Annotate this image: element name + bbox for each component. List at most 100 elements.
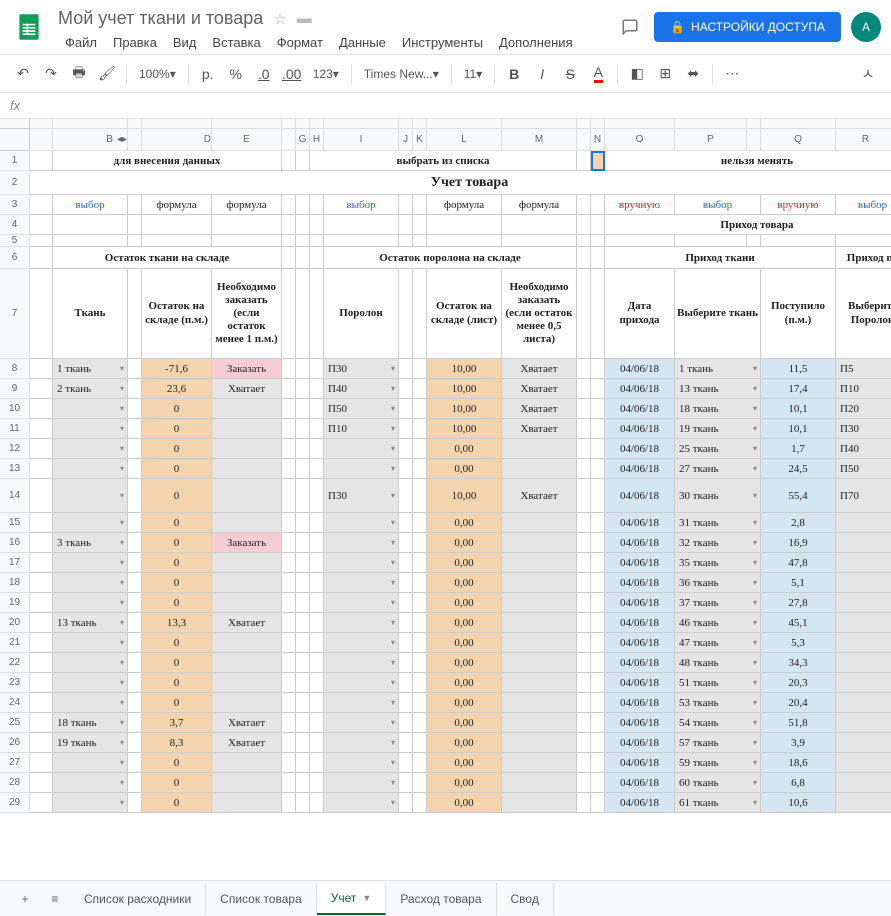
row-header-27[interactable]: 27 <box>0 753 30 773</box>
comments-icon[interactable] <box>616 13 644 41</box>
borders-icon[interactable]: ⊞ <box>652 61 678 87</box>
fabric-select-17[interactable] <box>53 553 128 573</box>
arrival-qty-29[interactable]: 10,6 <box>761 793 836 813</box>
arrival-fabric-24[interactable]: 53 ткань <box>675 693 761 713</box>
more-toolbar-icon[interactable]: ⋯ <box>719 61 745 87</box>
selected-cell[interactable] <box>591 151 605 171</box>
arrival-date-27[interactable]: 04/06/18 <box>605 753 675 773</box>
foam-select-22[interactable] <box>324 653 399 673</box>
col-header-N[interactable]: N <box>591 129 605 151</box>
text-color-icon[interactable]: A <box>585 61 611 87</box>
arrival-qty-16[interactable]: 16,9 <box>761 533 836 553</box>
arrival-foam-27[interactable] <box>836 753 891 773</box>
col-header-D[interactable]: D <box>142 129 212 151</box>
arrival-date-21[interactable]: 04/06/18 <box>605 633 675 653</box>
row-header-22[interactable]: 22 <box>0 653 30 673</box>
arrival-qty-23[interactable]: 20,3 <box>761 673 836 693</box>
undo-icon[interactable]: ↶ <box>10 61 36 87</box>
fabric-select-26[interactable]: 19 ткань <box>53 733 128 753</box>
fabric-select-16[interactable]: 3 ткань <box>53 533 128 553</box>
arrival-foam-25[interactable] <box>836 713 891 733</box>
arrival-fabric-27[interactable]: 59 ткань <box>675 753 761 773</box>
fabric-select-23[interactable] <box>53 673 128 693</box>
arrival-qty-14[interactable]: 55,4 <box>761 479 836 513</box>
arrival-qty-20[interactable]: 45,1 <box>761 613 836 633</box>
row-header-16[interactable]: 16 <box>0 533 30 553</box>
row-header-15[interactable]: 15 <box>0 513 30 533</box>
col-header-[interactable] <box>128 129 142 151</box>
sheets-logo[interactable] <box>10 8 48 46</box>
row-header-21[interactable]: 21 <box>0 633 30 653</box>
arrival-date-10[interactable]: 04/06/18 <box>605 399 675 419</box>
row-header-25[interactable]: 25 <box>0 713 30 733</box>
foam-select-25[interactable] <box>324 713 399 733</box>
foam-select-26[interactable] <box>324 733 399 753</box>
row-header-11[interactable]: 11 <box>0 419 30 439</box>
arrival-qty-21[interactable]: 5,3 <box>761 633 836 653</box>
arrival-fabric-9[interactable]: 13 ткань <box>675 379 761 399</box>
col-header-[interactable] <box>282 129 296 151</box>
row-header-19[interactable]: 19 <box>0 593 30 613</box>
arrival-foam-22[interactable] <box>836 653 891 673</box>
arrival-fabric-10[interactable]: 18 ткань <box>675 399 761 419</box>
bold-icon[interactable]: B <box>501 61 527 87</box>
row-header-17[interactable]: 17 <box>0 553 30 573</box>
spreadsheet-grid[interactable]: B ◂▸DEGHIJKLMNOPQR1для внесения данныхвы… <box>0 119 891 813</box>
dec-increase-icon[interactable]: .00 <box>279 61 305 87</box>
col-header-O[interactable]: O <box>605 129 675 151</box>
arrival-fabric-20[interactable]: 46 ткань <box>675 613 761 633</box>
fabric-select-27[interactable] <box>53 753 128 773</box>
arrival-date-16[interactable]: 04/06/18 <box>605 533 675 553</box>
foam-select-12[interactable] <box>324 439 399 459</box>
fabric-select-25[interactable]: 18 ткань <box>53 713 128 733</box>
arrival-qty-10[interactable]: 10,1 <box>761 399 836 419</box>
col-header-G[interactable]: G <box>296 129 310 151</box>
foam-select-23[interactable] <box>324 673 399 693</box>
arrival-fabric-13[interactable]: 27 ткань <box>675 459 761 479</box>
add-sheet-icon[interactable]: + <box>10 884 40 914</box>
fabric-select-13[interactable] <box>53 459 128 479</box>
col-header-J[interactable]: J <box>399 129 413 151</box>
tab-Список товара[interactable]: Список товара <box>206 883 317 915</box>
tab-Расход товара[interactable]: Расход товара <box>386 883 496 915</box>
foam-select-15[interactable] <box>324 513 399 533</box>
foam-select-18[interactable] <box>324 573 399 593</box>
row-header-10[interactable]: 10 <box>0 399 30 419</box>
arrival-qty-17[interactable]: 47,8 <box>761 553 836 573</box>
foam-select-8[interactable]: П30 <box>324 359 399 379</box>
arrival-foam-20[interactable] <box>836 613 891 633</box>
account-avatar[interactable]: А <box>851 12 881 42</box>
arrival-foam-11[interactable]: П30 <box>836 419 891 439</box>
arrival-fabric-12[interactable]: 25 ткань <box>675 439 761 459</box>
row-header-12[interactable]: 12 <box>0 439 30 459</box>
fabric-select-15[interactable] <box>53 513 128 533</box>
arrival-date-14[interactable]: 04/06/18 <box>605 479 675 513</box>
row-header-9[interactable]: 9 <box>0 379 30 399</box>
col-header-[interactable] <box>30 129 53 151</box>
tab-Учет[interactable]: Учет▼ <box>317 883 387 915</box>
percent-icon[interactable]: % <box>223 61 249 87</box>
paint-format-icon[interactable]: 🖌 <box>94 61 120 87</box>
arrival-qty-24[interactable]: 20,4 <box>761 693 836 713</box>
arrival-fabric-29[interactable]: 61 ткань <box>675 793 761 813</box>
fabric-select-19[interactable] <box>53 593 128 613</box>
italic-icon[interactable]: I <box>529 61 555 87</box>
row-header-1[interactable]: 1 <box>0 151 30 171</box>
row-header-14[interactable]: 14 <box>0 479 30 513</box>
arrival-foam-15[interactable] <box>836 513 891 533</box>
arrival-qty-26[interactable]: 3,9 <box>761 733 836 753</box>
merge-icon[interactable]: ⬌ <box>680 61 706 87</box>
menu-Вид[interactable]: Вид <box>166 31 204 54</box>
arrival-foam-16[interactable] <box>836 533 891 553</box>
row-header-26[interactable]: 26 <box>0 733 30 753</box>
fabric-select-24[interactable] <box>53 693 128 713</box>
tab-Список расходники[interactable]: Список расходники <box>70 883 206 915</box>
doc-title[interactable]: Мой учет ткани и товара <box>58 8 263 29</box>
menu-Формат[interactable]: Формат <box>270 31 330 54</box>
arrival-date-29[interactable]: 04/06/18 <box>605 793 675 813</box>
col-header-H[interactable]: H <box>310 129 324 151</box>
dec-decrease-icon[interactable]: .0 <box>251 61 277 87</box>
arrival-date-12[interactable]: 04/06/18 <box>605 439 675 459</box>
formula-input[interactable] <box>30 93 891 118</box>
arrival-foam-17[interactable] <box>836 553 891 573</box>
